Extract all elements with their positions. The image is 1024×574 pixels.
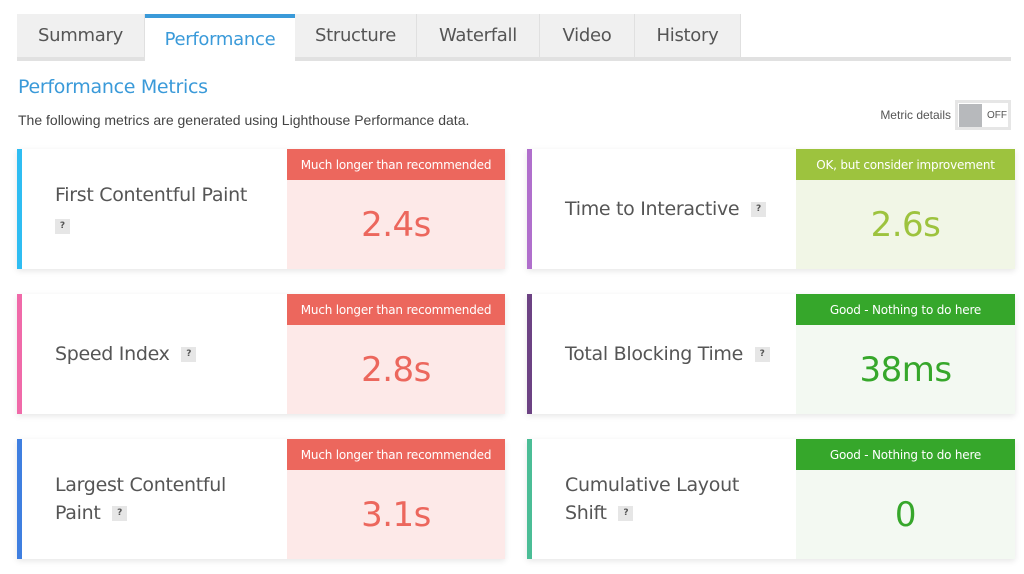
metric-card-largest-contentful-paint: Largest Contentful Paint ? Much longer th…	[17, 439, 505, 559]
metric-value-box: Much longer than recommended 2.8s	[287, 294, 505, 414]
metric-status-badge: Much longer than recommended	[287, 149, 505, 180]
metric-status-badge: Much longer than recommended	[287, 439, 505, 470]
metric-details-control: Metric details OFF	[880, 100, 1011, 130]
metric-status-badge: Good - Nothing to do here	[796, 439, 1015, 470]
metric-status-badge: OK, but consider improvement	[796, 149, 1015, 180]
page-title: Performance Metrics	[18, 76, 208, 98]
metric-card-cumulative-layout-shift: Cumulative Layout Shift ? Good - Nothing …	[527, 439, 1015, 559]
help-icon[interactable]: ?	[55, 219, 70, 234]
metric-card-speed-index: Speed Index ? Much longer than recommend…	[17, 294, 505, 414]
metric-label: Speed Index ?	[22, 294, 287, 414]
metric-label: Total Blocking Time ?	[532, 294, 796, 414]
metric-value: 3.1s	[361, 494, 431, 535]
metric-status-badge: Much longer than recommended	[287, 294, 505, 325]
metric-card-time-to-interactive: Time to Interactive ? OK, but consider i…	[527, 149, 1015, 269]
metric-label: Largest Contentful Paint ?	[22, 439, 287, 559]
metric-label: First Contentful Paint?	[22, 149, 287, 269]
tab-structure[interactable]: Structure	[295, 14, 417, 57]
tab-bar: Summary Performance Structure Waterfall …	[17, 14, 1011, 61]
toggle-state: OFF	[987, 109, 1007, 121]
metric-name: First Contentful Paint	[55, 184, 248, 206]
metric-status-badge: Good - Nothing to do here	[796, 294, 1015, 325]
help-icon[interactable]: ?	[112, 506, 128, 521]
metric-value: 38ms	[859, 349, 952, 390]
metric-value: 0	[894, 494, 917, 535]
metric-details-toggle[interactable]: OFF	[955, 100, 1011, 130]
metric-value-box: Good - Nothing to do here 38ms	[796, 294, 1015, 414]
metric-value-box: Much longer than recommended 3.1s	[287, 439, 505, 559]
help-icon[interactable]: ?	[181, 347, 197, 362]
metric-details-label: Metric details	[880, 108, 951, 122]
help-icon[interactable]: ?	[754, 347, 770, 362]
metric-name: Speed Index	[55, 343, 170, 365]
metric-name: Time to Interactive	[565, 198, 740, 220]
metric-value-box: Much longer than recommended 2.4s	[287, 149, 505, 269]
metric-card-total-blocking-time: Total Blocking Time ? Good - Nothing to …	[527, 294, 1015, 414]
page-subtitle: The following metrics are generated usin…	[18, 112, 470, 128]
metric-name: Largest Contentful Paint	[55, 474, 227, 524]
metric-value: 2.4s	[361, 204, 431, 245]
metric-name: Total Blocking Time	[565, 343, 744, 365]
metric-value-box: Good - Nothing to do here 0	[796, 439, 1015, 559]
tab-performance[interactable]: Performance	[145, 14, 295, 61]
help-icon[interactable]: ?	[751, 202, 767, 217]
metric-label: Cumulative Layout Shift ?	[532, 439, 796, 559]
metric-value-box: OK, but consider improvement 2.6s	[796, 149, 1015, 269]
metric-name: Cumulative Layout Shift	[565, 474, 739, 524]
metric-label: Time to Interactive ?	[532, 149, 796, 269]
toggle-knob	[959, 103, 982, 127]
tab-waterfall[interactable]: Waterfall	[417, 14, 540, 57]
help-icon[interactable]: ?	[618, 506, 634, 521]
tab-summary[interactable]: Summary	[17, 14, 145, 57]
tab-history[interactable]: History	[635, 14, 741, 57]
metric-value: 2.6s	[870, 204, 941, 245]
metric-value: 2.8s	[361, 349, 431, 390]
metric-card-first-contentful-paint: First Contentful Paint? Much longer than…	[17, 149, 505, 269]
tab-video[interactable]: Video	[540, 14, 635, 57]
